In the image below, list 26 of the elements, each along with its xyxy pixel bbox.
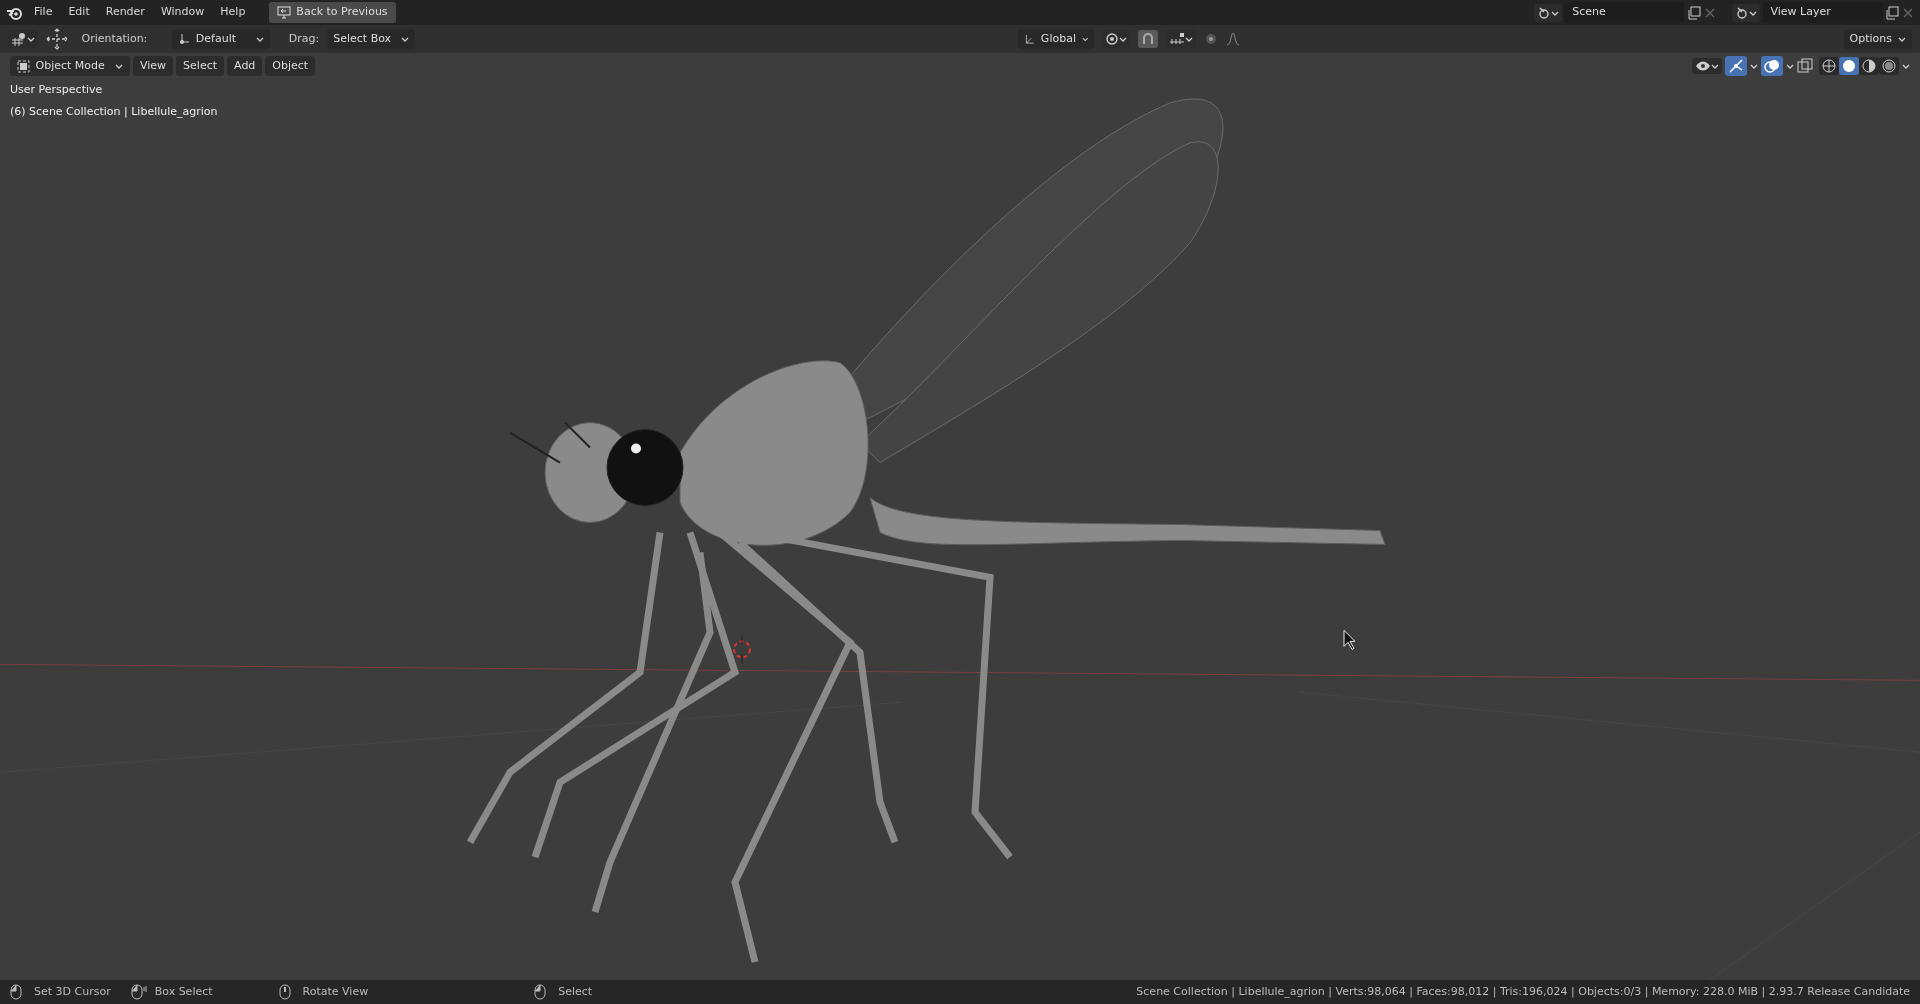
menu-item[interactable]: Object: [265, 55, 316, 77]
name-field[interactable]: Scene: [1564, 2, 1685, 23]
orientation-dropdown[interactable]: Default: [171, 28, 270, 50]
menu-item[interactable]: View: [133, 55, 174, 77]
back-button[interactable]: Back to Previous: [269, 2, 396, 23]
drag-label: Drag:: [288, 30, 320, 47]
hint-label: Rotate View: [302, 983, 369, 1000]
status-stats: Scene Collection | Libellule_agrion | Verts:98,064 | Faces:98,012 | Tris:196,024 | Objects:0/3 | Memory: 228.0 MiB | 2.93.7 Release Candidate: [1136, 983, 1910, 1000]
orientation-label: Orientation:: [81, 30, 148, 47]
menu-item[interactable]: Edit: [62, 2, 96, 23]
menu-item[interactable]: Help: [214, 2, 252, 23]
menu-item[interactable]: File: [28, 2, 59, 23]
transform-orientation-dropdown[interactable]: Global: [1018, 28, 1095, 50]
name-field[interactable]: View Layer: [1762, 2, 1883, 23]
menu-item[interactable]: Render: [99, 2, 151, 23]
menu-item[interactable]: Window: [154, 2, 211, 23]
view-name: User Perspective: [9, 82, 104, 98]
collection-info: (6) Scene Collection | Libellule_agrion: [9, 104, 219, 120]
options-dropdown[interactable]: Options: [1843, 28, 1912, 50]
mode-dropdown[interactable]: Object Mode: [10, 55, 130, 77]
drag-dropdown[interactable]: Select Box: [327, 28, 416, 50]
hint-label: Select: [558, 983, 593, 1000]
menu-item[interactable]: Select: [176, 55, 225, 77]
hint-label: Box Select: [154, 983, 213, 1000]
hint-label: Set 3D Cursor: [34, 983, 111, 1000]
menu-item[interactable]: Add: [227, 55, 263, 77]
